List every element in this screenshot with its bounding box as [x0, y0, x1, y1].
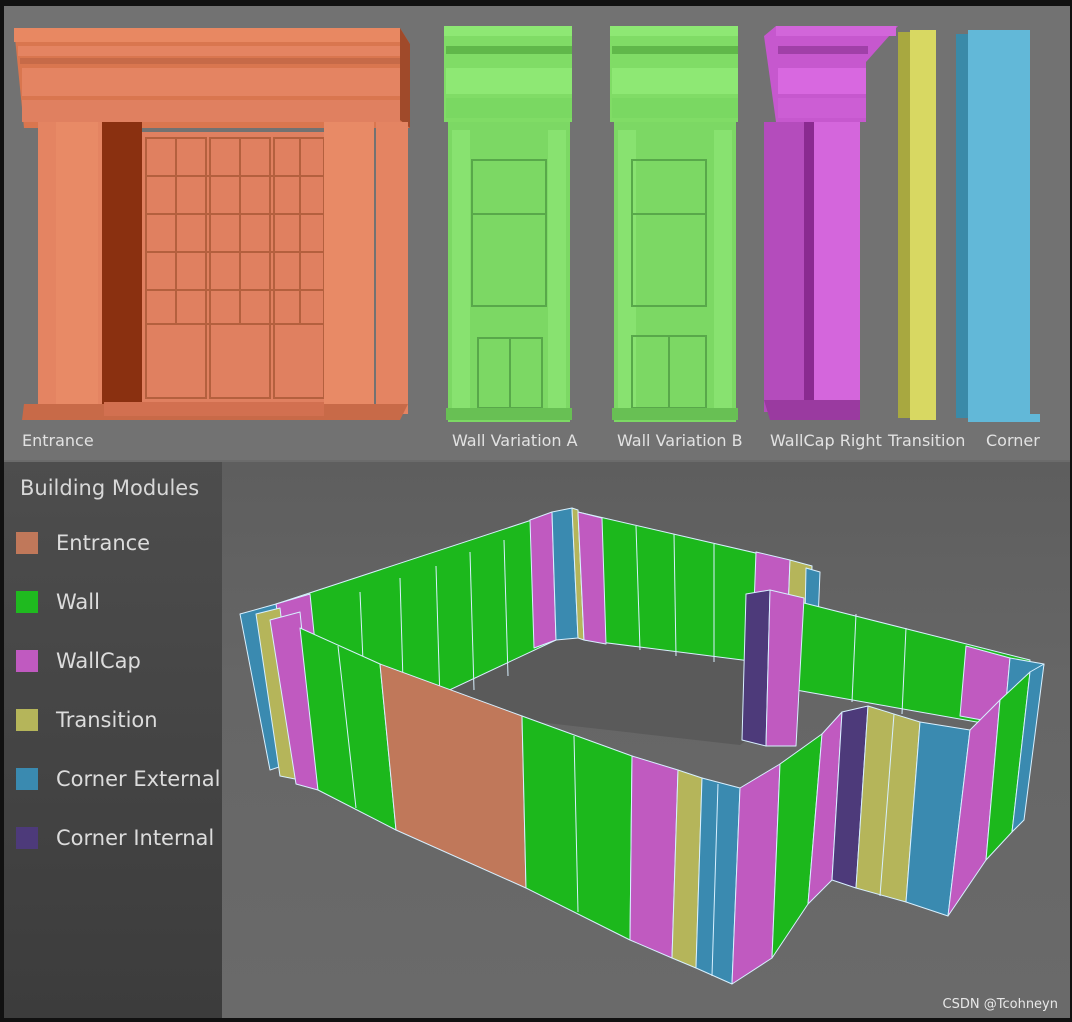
- screenshot-stage: Entrance Wall Variation A Wall Variation…: [0, 0, 1072, 1022]
- building-layout-render: [239, 507, 1045, 985]
- watermark-text: CSDN @Tcohneyn: [942, 997, 1058, 1012]
